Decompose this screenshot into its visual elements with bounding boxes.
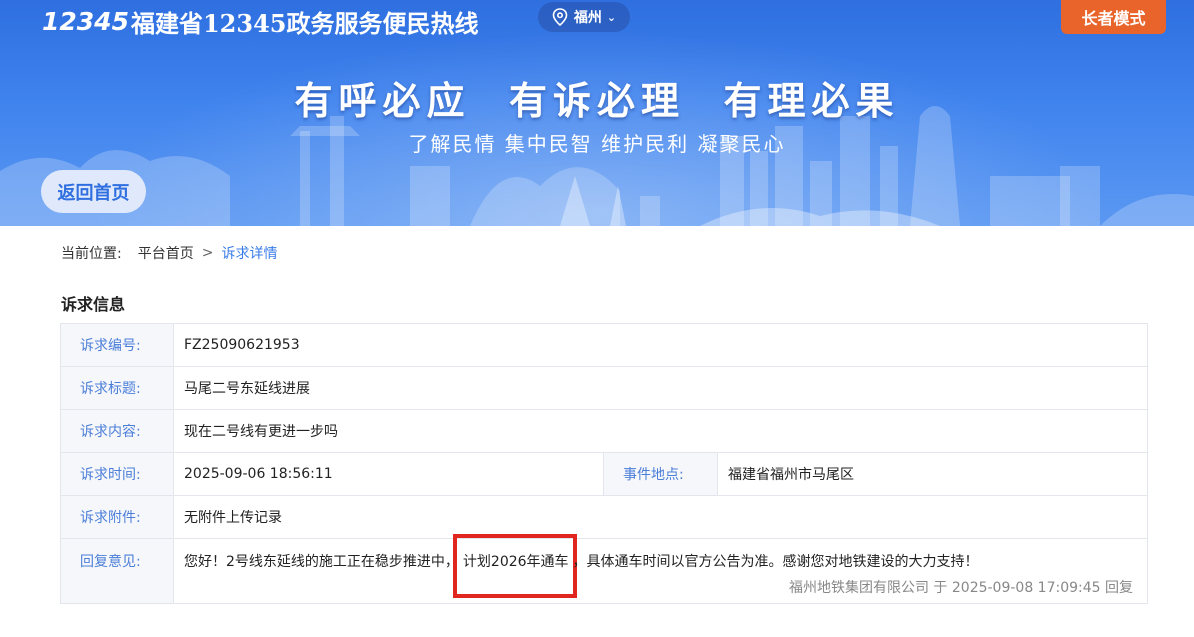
site-logo[interactable]: 12345 福建省12345政务服务便民热线 [42,4,478,39]
request-number-label: 诉求编号: [60,323,174,367]
reply-text-part2: ，具体通车时间以官方公告为准。感谢您对地铁建设的大力支持！ [572,554,979,570]
request-time-label: 诉求时间: [60,452,174,496]
reply-label: 回复意见: [60,538,174,604]
hotline-number-logo: 12345 [42,7,129,36]
request-time-value: 2025-09-06 18:56:11 [173,452,604,496]
table-row: 诉求内容: 现在二号线有更进一步吗 [60,409,1149,453]
reply-at: 于 [933,580,948,596]
request-number-value: FZ25090621953 [172,323,1149,367]
site-title: 福建省12345政务服务便民热线 [130,9,479,38]
request-attachment-label: 诉求附件: [60,495,174,539]
table-row: 诉求时间: 2025-09-06 18:56:11 事件地点: 福建省福州市马尾… [60,452,1149,496]
banner-sub-slogan: 了解民情 集中民智 维护民利 凝聚民心 [408,132,786,156]
reply-suffix: 回复 [1105,580,1134,596]
event-location-value: 福建省福州市马尾区 [716,452,1149,496]
table-row: 回复意见: 您好！2号线东延线的施工正在稳步推进中， 计划2026年通车 ，具体通车… [60,534,1149,604]
request-content-label: 诉求内容: [60,409,174,453]
reply-text-part1: 您好！2号线东延线的施工正在稳步推进中， [184,554,459,570]
breadcrumb: 当前位置: 平台首页 > 诉求详情 [61,243,277,263]
header-banner: 12345 福建省12345政务服务便民热线 福州 ⌄ 长者模式 有呼必应 有诉… [0,0,1194,226]
request-content-value: 现在二号线有更进一步吗 [172,409,1149,453]
event-location-label: 事件地点: [603,452,718,496]
table-row: 诉求标题: 马尾二号东延线进展 [60,366,1149,410]
request-title-value: 马尾二号东延线进展 [172,366,1149,410]
banner-slogan: 有呼必应 有诉必理 有理必果 [294,78,900,123]
breadcrumb-current[interactable]: 诉求详情 [221,243,277,263]
breadcrumb-prefix: 当前位置: [61,246,122,262]
city-name: 福州 [573,10,602,26]
request-attachment-value: 无附件上传记录 [172,495,1149,539]
reply-text: 您好！2号线东延线的施工正在稳步推进中， 计划2026年通车 ，具体通车时间以官方公… [184,534,1137,598]
request-info-table: 诉求编号: FZ25090621953 诉求标题: 马尾二号东延线进展 诉求内容… [60,323,1149,604]
request-title-label: 诉求标题: [60,366,174,410]
city-selector[interactable]: 福州 ⌄ [538,2,630,32]
reply-cell: 您好！2号线东延线的施工正在稳步推进中， 计划2026年通车 ，具体通车时间以官方公… [172,534,1149,604]
table-row: 诉求附件: 无附件上传记录 [60,495,1149,539]
reply-highlight-box: 计划2026年通车 [452,534,577,598]
elder-mode-button[interactable]: 长者模式 [1061,0,1166,34]
table-row: 诉求编号: FZ25090621953 [60,323,1149,367]
section-title: 诉求信息 [61,295,126,314]
breadcrumb-home-link[interactable]: 平台首页 [138,243,194,263]
reply-organization: 福州地铁集团有限公司 [788,580,929,596]
reply-time: 2025-09-08 17:09:45 [951,580,1101,596]
location-pin-icon [552,8,568,26]
breadcrumb-separator: > [201,245,214,261]
reply-footer: 福州地铁集团有限公司 于 2025-09-08 17:09:45 回复 [184,577,1133,597]
chevron-down-icon: ⌄ [606,10,617,24]
back-home-button[interactable]: 返回首页 [41,170,146,213]
